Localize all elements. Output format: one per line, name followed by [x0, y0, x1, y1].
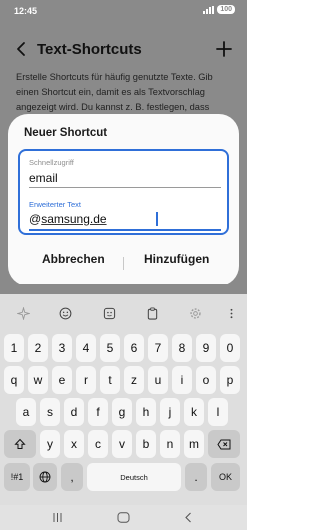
key-8[interactable]: 8	[172, 334, 192, 362]
signal-icon	[203, 5, 215, 14]
key-3[interactable]: 3	[52, 334, 72, 362]
battery-icon: 100	[217, 5, 235, 14]
period-key[interactable]: .	[185, 463, 207, 491]
key-u[interactable]: u	[148, 366, 168, 394]
key-e[interactable]: e	[52, 366, 72, 394]
key-f[interactable]: f	[88, 398, 108, 426]
expanded-text-word: samsung.de	[41, 212, 107, 226]
page-description: Erstelle Shortcuts für häufig genutzte T…	[16, 72, 213, 112]
key-y[interactable]: y	[40, 430, 60, 458]
add-icon[interactable]	[215, 40, 233, 58]
shortcut-underline	[29, 187, 221, 188]
shift-icon	[14, 438, 26, 449]
key-l[interactable]: l	[208, 398, 228, 426]
key-r[interactable]: r	[76, 366, 96, 394]
dialog-title: Neuer Shortcut	[24, 127, 108, 139]
keyboard: 1 2 3 4 5 6 7 8 9 0 q w e r t z u i o p …	[0, 294, 247, 505]
key-z[interactable]: z	[124, 366, 144, 394]
key-7[interactable]: 7	[148, 334, 168, 362]
keyboard-row-qwertz: q w e r t z u i o p	[0, 366, 247, 394]
key-t[interactable]: t	[100, 366, 120, 394]
page-title: Text-Shortcuts	[37, 41, 142, 58]
expanded-text-label: Erweiterter Text	[29, 200, 81, 209]
key-g[interactable]: g	[112, 398, 132, 426]
text-cursor	[156, 212, 158, 226]
emoji-icon[interactable]	[56, 304, 74, 322]
key-o[interactable]: o	[196, 366, 216, 394]
key-k[interactable]: k	[184, 398, 204, 426]
expanded-text-underline	[29, 229, 221, 231]
key-b[interactable]: b	[136, 430, 156, 458]
keyboard-row-bottom: !#1 , Deutsch . OK	[0, 463, 247, 491]
overlay-gap	[0, 284, 247, 294]
new-shortcut-dialog: Neuer Shortcut Schnellzugriff email Erwe…	[8, 114, 239, 286]
key-w[interactable]: w	[28, 366, 48, 394]
shortcut-fields: Schnellzugriff email Erweiterter Text @s…	[18, 149, 229, 235]
comma-key[interactable]: ,	[61, 463, 83, 491]
space-key[interactable]: Deutsch	[87, 463, 181, 491]
ok-key[interactable]: OK	[211, 463, 240, 491]
keyboard-toolbar	[0, 294, 247, 330]
globe-icon	[39, 471, 51, 483]
backspace-key[interactable]	[208, 430, 240, 458]
key-j[interactable]: j	[160, 398, 180, 426]
shortcut-input[interactable]: email	[29, 171, 58, 185]
key-6[interactable]: 6	[124, 334, 144, 362]
navigation-bar	[0, 505, 247, 530]
status-bar: 12:45 100	[0, 0, 247, 22]
key-5[interactable]: 5	[100, 334, 120, 362]
home-icon[interactable]	[117, 512, 130, 523]
key-m[interactable]: m	[184, 430, 204, 458]
back-chevron-icon[interactable]	[183, 512, 194, 523]
shift-key[interactable]	[4, 430, 36, 458]
app-bar: Text-Shortcuts	[0, 36, 247, 64]
key-x[interactable]: x	[64, 430, 84, 458]
cancel-button[interactable]: Abbrechen	[42, 252, 105, 266]
key-v[interactable]: v	[112, 430, 132, 458]
dialog-buttons: Abbrechen Hinzufügen	[8, 252, 239, 274]
key-a[interactable]: a	[16, 398, 36, 426]
keyboard-row-numbers: 1 2 3 4 5 6 7 8 9 0	[0, 334, 247, 362]
key-n[interactable]: n	[160, 430, 180, 458]
button-divider	[123, 257, 124, 270]
keyboard-row-yxcv: y x c v b n m	[0, 430, 247, 458]
backspace-icon	[217, 439, 231, 449]
key-1[interactable]: 1	[4, 334, 24, 362]
key-4[interactable]: 4	[76, 334, 96, 362]
ai-tools-icon[interactable]	[14, 304, 32, 322]
expanded-text-prefix: @	[29, 212, 42, 226]
sticker-icon[interactable]	[100, 304, 118, 322]
key-h[interactable]: h	[136, 398, 156, 426]
more-options-icon[interactable]	[222, 304, 240, 322]
key-0[interactable]: 0	[220, 334, 240, 362]
keyboard-row-asdf: a s d f g h j k l	[0, 398, 247, 426]
shortcut-label: Schnellzugriff	[29, 158, 74, 167]
key-2[interactable]: 2	[28, 334, 48, 362]
expanded-text-input[interactable]: @samsung.de	[29, 212, 107, 226]
settings-gear-icon[interactable]	[186, 304, 204, 322]
key-9[interactable]: 9	[196, 334, 216, 362]
recent-apps-icon[interactable]	[52, 512, 63, 523]
status-icons: 100	[203, 5, 235, 14]
add-button[interactable]: Hinzufügen	[144, 252, 209, 266]
key-s[interactable]: s	[40, 398, 60, 426]
key-i[interactable]: i	[172, 366, 192, 394]
status-time: 12:45	[14, 6, 38, 16]
key-d[interactable]: d	[64, 398, 84, 426]
key-p[interactable]: p	[220, 366, 240, 394]
language-key[interactable]	[33, 463, 57, 491]
back-icon[interactable]	[14, 41, 30, 57]
key-q[interactable]: q	[4, 366, 24, 394]
key-c[interactable]: c	[88, 430, 108, 458]
symbols-key[interactable]: !#1	[4, 463, 30, 491]
clipboard-icon[interactable]	[143, 304, 161, 322]
